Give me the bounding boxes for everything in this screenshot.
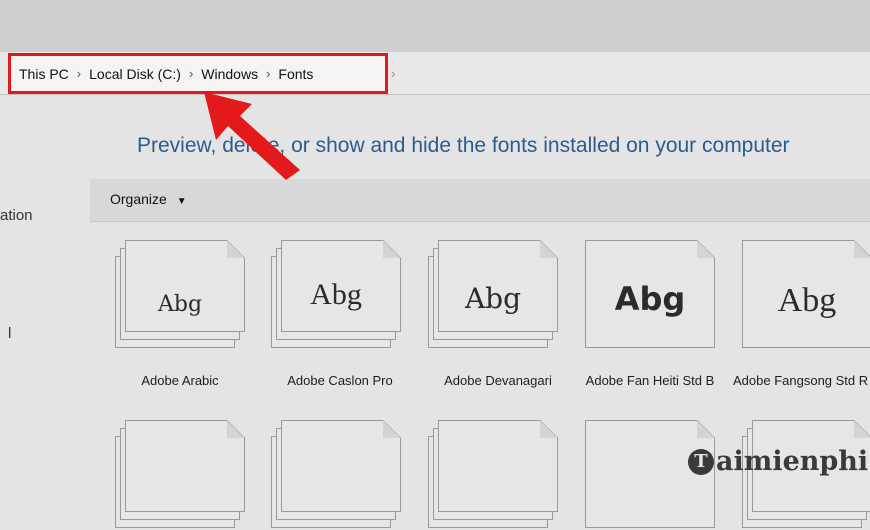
breadcrumb-fonts[interactable]: Fonts (276, 66, 315, 82)
watermark-logo-icon: T (688, 449, 714, 475)
font-tile[interactable] (115, 420, 245, 530)
chevron-right-icon: › (266, 66, 271, 81)
organize-button[interactable]: Organize ▼ (110, 191, 187, 207)
font-sample: Abg (614, 280, 686, 318)
font-name[interactable]: Adobe Caslon Pro (270, 372, 410, 389)
watermark: Taimienphi (688, 446, 868, 477)
font-name[interactable]: Adobe Fangsong Std R (733, 372, 870, 389)
caret-down-icon: ▼ (176, 196, 187, 207)
font-sample: Abg (777, 282, 837, 319)
font-name[interactable]: Adobe Fan Heiti Std B (580, 372, 720, 389)
organize-label: Organize (110, 191, 167, 207)
watermark-text: aimienphi (716, 446, 869, 477)
chevron-right-icon[interactable]: › (391, 66, 395, 81)
breadcrumb-windows[interactable]: Windows (199, 66, 260, 82)
font-tile-adobe-fangsong[interactable]: Abg (742, 240, 870, 350)
font-sample: Abg (464, 282, 522, 315)
font-tile-adobe-devanagari[interactable]: Abg (428, 240, 558, 350)
chevron-right-icon: › (76, 66, 82, 81)
font-tile[interactable] (271, 420, 401, 530)
font-name[interactable]: Adobe Arabic (110, 372, 250, 389)
breadcrumb[interactable]: This PC › Local Disk (C:) › Windows › Fo… (8, 53, 388, 94)
red-arrow-annotation (204, 92, 300, 180)
chevron-right-icon: › (188, 66, 194, 81)
font-tile[interactable] (428, 420, 558, 530)
font-sample: Abg (310, 278, 362, 311)
font-name[interactable]: Adobe Devanagari (428, 372, 568, 389)
font-tile-adobe-arabic[interactable]: Abg (115, 240, 245, 350)
breadcrumb-local-disk[interactable]: Local Disk (C:) (87, 66, 183, 82)
font-sample: Abg (157, 292, 203, 317)
sidebar-item[interactable]: ation (0, 207, 33, 224)
font-tile-adobe-fan-heiti[interactable]: Abg (585, 240, 715, 350)
breadcrumb-this-pc[interactable]: This PC (17, 66, 71, 82)
sidebar-item[interactable]: l (8, 325, 11, 342)
window-top-strip (0, 0, 870, 52)
font-tile-adobe-caslon-pro[interactable]: Abg (271, 240, 401, 350)
toolbar: Organize ▼ (90, 179, 870, 222)
